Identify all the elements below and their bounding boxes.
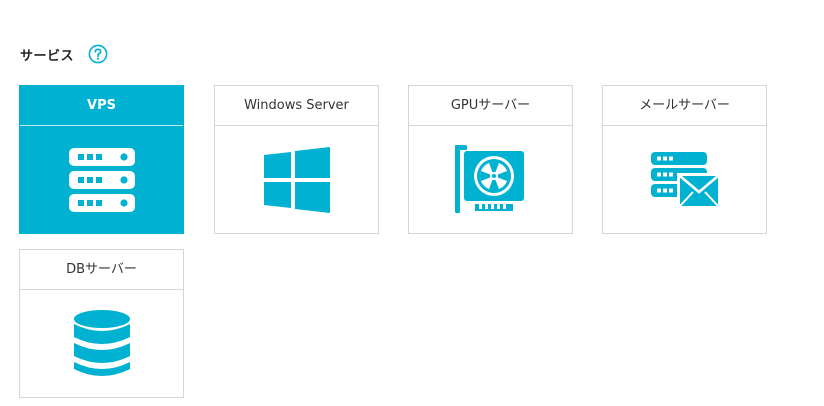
section-title: サービス	[20, 48, 75, 64]
windows-logo-icon	[263, 147, 330, 213]
mail-server-icon	[650, 152, 721, 208]
service-section-header: サービス	[20, 42, 108, 66]
help-icon[interactable]	[88, 44, 108, 64]
database-icon	[73, 310, 130, 376]
gpu-card-icon	[454, 145, 524, 213]
service-card-mail-server[interactable]: メールサーバー	[602, 85, 767, 234]
service-card-label: メールサーバー	[603, 86, 766, 126]
service-card-vps[interactable]: VPS	[19, 85, 184, 234]
service-card-gpu-server[interactable]: GPUサーバー	[408, 85, 573, 234]
service-card-db-server[interactable]: DBサーバー	[19, 249, 184, 398]
service-card-label: GPUサーバー	[409, 86, 572, 126]
server-stack-icon	[68, 148, 135, 212]
service-card-label: Windows Server	[215, 86, 378, 126]
service-card-label: DBサーバー	[20, 250, 183, 290]
service-card-label: VPS	[20, 86, 183, 126]
service-card-windows-server[interactable]: Windows Server	[214, 85, 379, 234]
